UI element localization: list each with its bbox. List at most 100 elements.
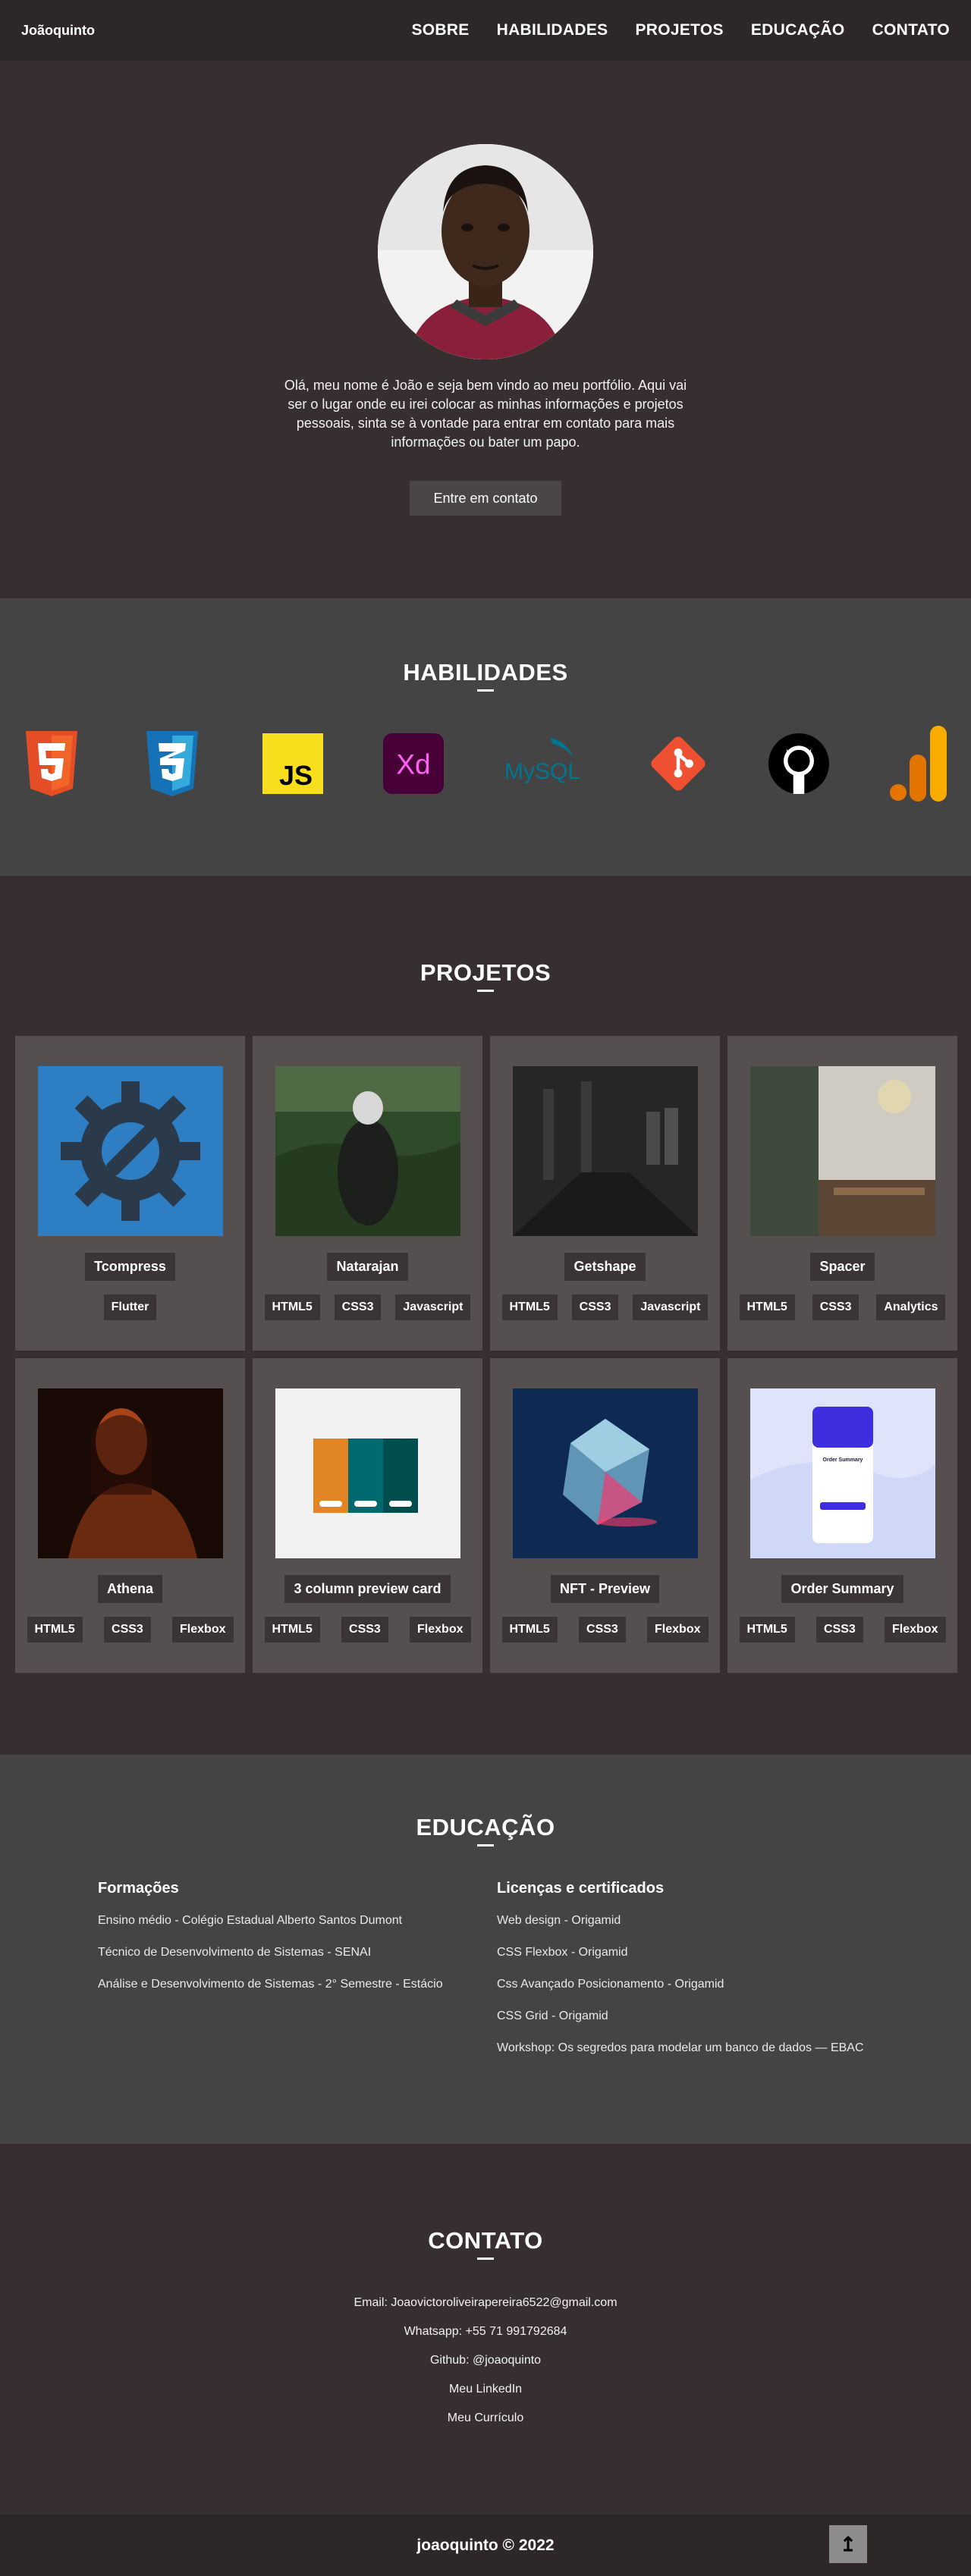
project-card[interactable]: Tcompress Flutter: [15, 1036, 245, 1351]
licenca-item: CSS Flexbox - Origamid: [497, 1946, 628, 1959]
project-tags: HTML5 CSS3 Flexbox: [264, 1617, 471, 1643]
javascript-label: JS: [279, 760, 313, 791]
licencas-heading: Licenças e certificados: [497, 1880, 665, 1897]
profile-photo: [378, 144, 593, 359]
adobe-xd-label: Xd: [397, 748, 431, 780]
css3-icon: [142, 722, 203, 805]
project-card[interactable]: Spacer HTML5 CSS3 Analytics: [727, 1036, 957, 1351]
formacoes-column: Formações Ensino médio - Colégio Estadua…: [98, 1880, 497, 2073]
project-tag: CSS3: [334, 1294, 382, 1320]
project-tag: Flexbox: [172, 1617, 234, 1643]
nav-link-sobre[interactable]: SOBRE: [411, 21, 469, 39]
hero-section: Olá, meu nome é João e seja bem vindo ao…: [0, 61, 971, 598]
project-tag: CSS3: [571, 1294, 619, 1320]
project-tags: HTML5 CSS3 Analytics: [739, 1294, 946, 1320]
project-tags: HTML5 CSS3 Flexbox: [27, 1617, 234, 1643]
project-tag: HTML5: [27, 1617, 83, 1643]
project-thumbnail: [749, 1066, 935, 1236]
nav-link-habilidades[interactable]: HABILIDADES: [497, 21, 608, 39]
contact-section: CONTATO Email: Joaovictoroliveirapereira…: [0, 2144, 971, 2515]
back-to-top-button[interactable]: ↥: [829, 2525, 867, 2563]
contact-github[interactable]: Github: @joaoquinto: [0, 2354, 971, 2367]
navbar: Joãoquinto SOBRE HABILIDADES PROJETOS ED…: [0, 0, 971, 61]
formacoes-heading: Formações: [98, 1880, 179, 1897]
formacao-item: Análise e Desenvolvimento de Sistemas - …: [98, 1978, 443, 1991]
skills-title: HABILIDADES: [0, 659, 971, 692]
project-card[interactable]: Athena HTML5 CSS3 Flexbox: [15, 1358, 245, 1673]
contact-linkedin-link[interactable]: Meu LinkedIn: [0, 2383, 971, 2396]
project-tag: CSS3: [341, 1617, 388, 1643]
project-tag: CSS3: [816, 1617, 863, 1643]
contact-list: Email: Joaovictoroliveirapereira6522@gma…: [0, 2296, 971, 2425]
analytics-icon: [889, 722, 950, 805]
project-thumbnail: [512, 1066, 698, 1236]
project-tags: HTML5 CSS3 Javascript: [501, 1294, 709, 1320]
nav-link-educacao[interactable]: EDUCAÇÃO: [751, 21, 845, 39]
licenca-item: CSS Grid - Origamid: [497, 2010, 608, 2022]
project-tag: CSS3: [104, 1617, 151, 1643]
brand-logo[interactable]: Joãoquinto: [21, 23, 95, 39]
project-thumbnail: [37, 1388, 223, 1558]
project-card[interactable]: Natarajan HTML5 CSS3 Javascript: [253, 1036, 482, 1351]
project-thumbnail: [275, 1066, 460, 1236]
formacao-item: Técnico de Desenvolvimento de Sistemas -…: [98, 1946, 372, 1959]
project-tag: Javascript: [633, 1294, 709, 1320]
project-tags: Flutter: [27, 1294, 234, 1320]
adobe-xd-icon: Xd: [383, 722, 445, 805]
project-tag: CSS3: [579, 1617, 626, 1643]
contact-title: CONTATO: [0, 2227, 971, 2260]
licenca-item: Workshop: Os segredos para modelar um ba…: [497, 2041, 864, 2054]
project-thumbnail: [275, 1388, 460, 1558]
footer: joaoquinto © 2022 ↥: [0, 2515, 971, 2576]
education-title: EDUCAÇÃO: [0, 1814, 971, 1846]
contact-whatsapp[interactable]: Whatsapp: +55 71 991792684: [0, 2325, 971, 2339]
formacao-item: Ensino médio - Colégio Estadual Alberto …: [98, 1914, 403, 1927]
project-tags: HTML5 CSS3 Flexbox: [739, 1617, 946, 1643]
project-tag: Javascript: [395, 1294, 471, 1320]
licenca-item: Css Avançado Posicionamento - Origamid: [497, 1978, 724, 1991]
project-name: Athena: [97, 1575, 162, 1603]
project-tags: HTML5 CSS3 Javascript: [264, 1294, 471, 1320]
project-tag: HTML5: [264, 1294, 320, 1320]
project-thumbnail: [37, 1066, 223, 1236]
project-card[interactable]: Getshape HTML5 CSS3 Javascript: [490, 1036, 720, 1351]
project-tag: HTML5: [501, 1294, 558, 1320]
project-tags: HTML5 CSS3 Flexbox: [501, 1617, 709, 1643]
project-name: Natarajan: [327, 1253, 408, 1281]
git-icon: [648, 722, 709, 805]
nav-links: SOBRE HABILIDADES PROJETOS EDUCAÇÃO CONT…: [411, 21, 950, 39]
arrow-up-icon: ↥: [840, 2532, 856, 2556]
contact-email[interactable]: Email: Joaovictoroliveirapereira6522@gma…: [0, 2296, 971, 2310]
contact-cta-button[interactable]: Entre em contato: [410, 481, 561, 516]
project-card[interactable]: Order Summary Order Summary HTML5 CSS3 F…: [727, 1358, 957, 1673]
project-tag: Analytics: [876, 1294, 946, 1320]
education-columns: Formações Ensino médio - Colégio Estadua…: [0, 1880, 971, 2073]
project-thumbnail: Order Summary: [749, 1388, 935, 1558]
project-tag: HTML5: [739, 1294, 795, 1320]
project-card[interactable]: NFT - Preview HTML5 CSS3 Flexbox: [490, 1358, 720, 1673]
licencas-column: Licenças e certificados Web design - Ori…: [497, 1880, 864, 2073]
footer-copyright: joaoquinto © 2022: [416, 2536, 555, 2554]
project-tag: Flutter: [103, 1294, 157, 1320]
skills-section: HABILIDADES JS Xd MySQL: [0, 598, 971, 876]
project-name: Spacer: [810, 1253, 875, 1281]
skills-row: JS Xd MySQL: [0, 722, 971, 805]
project-name: 3 column preview card: [284, 1575, 451, 1603]
project-tag: Flexbox: [410, 1617, 471, 1643]
mysql-label: MySQL: [504, 759, 580, 784]
mysql-icon: MySQL: [504, 722, 588, 805]
project-name: Getshape: [564, 1253, 646, 1281]
project-card[interactable]: 3 column preview card HTML5 CSS3 Flexbox: [253, 1358, 482, 1673]
contact-curriculo-link[interactable]: Meu Currículo: [0, 2411, 971, 2425]
project-name: Order Summary: [781, 1575, 903, 1603]
project-tag: HTML5: [501, 1617, 558, 1643]
javascript-icon: JS: [262, 722, 324, 805]
licenca-item: Web design - Origamid: [497, 1914, 621, 1927]
html5-icon: [21, 722, 82, 805]
projects-title: PROJETOS: [0, 959, 971, 992]
project-tag: Flexbox: [885, 1617, 946, 1643]
project-tag: HTML5: [264, 1617, 320, 1643]
nav-link-contato[interactable]: CONTATO: [872, 21, 950, 39]
nav-link-projetos[interactable]: PROJETOS: [635, 21, 723, 39]
education-section: EDUCAÇÃO Formações Ensino médio - Colégi…: [0, 1755, 971, 2144]
